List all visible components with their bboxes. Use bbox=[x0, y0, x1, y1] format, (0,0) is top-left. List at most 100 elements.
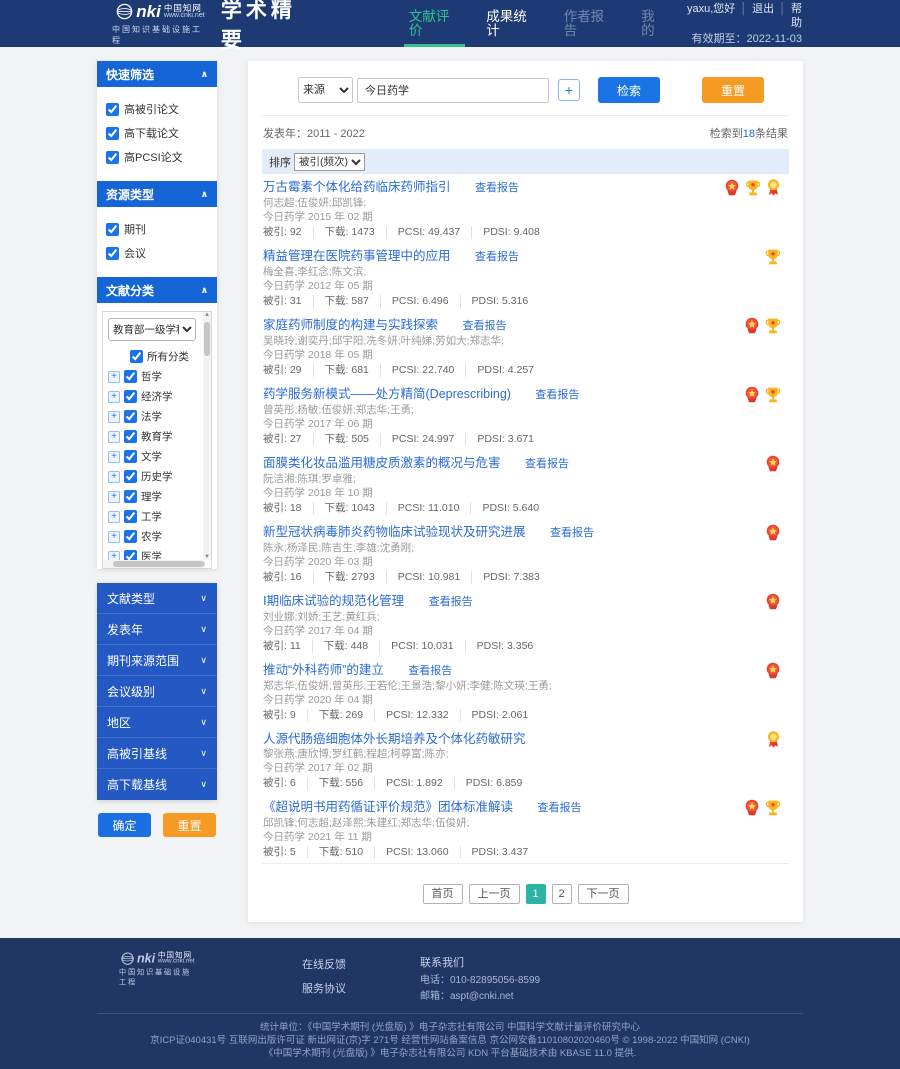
expand-plus-icon[interactable]: + bbox=[108, 410, 120, 423]
category-checkbox[interactable] bbox=[124, 390, 137, 403]
result-title-link[interactable]: 面膜类化妆品滥用糖皮质激素的概况与危害 bbox=[263, 456, 501, 470]
category-checkbox[interactable] bbox=[130, 350, 143, 363]
sidebar-collapsed-section[interactable]: 高下载基线 ∨ bbox=[97, 769, 217, 800]
category-tree-row[interactable]: + 法学 bbox=[108, 409, 196, 424]
category-checkbox[interactable] bbox=[124, 510, 137, 523]
search-reset-button[interactable]: 重置 bbox=[702, 77, 764, 103]
medal-icon bbox=[745, 386, 759, 403]
view-report-link[interactable]: 查看报告 bbox=[550, 527, 594, 539]
expand-plus-icon[interactable]: + bbox=[108, 530, 120, 543]
result-title-link[interactable]: 新型冠状病毒肺炎药物临床试验现状及研究进展 bbox=[263, 525, 526, 539]
nav-item[interactable]: 成果统计 bbox=[473, 0, 550, 47]
view-report-link[interactable]: 查看报告 bbox=[462, 320, 506, 332]
filter-checkbox-row[interactable]: 期刊 bbox=[106, 221, 208, 237]
category-tree-row[interactable]: + 农学 bbox=[108, 529, 196, 544]
nav-item[interactable]: 文献评价 bbox=[396, 0, 473, 47]
nav-item[interactable]: 作者报告 bbox=[551, 0, 628, 47]
nav-item[interactable]: 我的 bbox=[628, 0, 680, 47]
category-tree-row[interactable]: + 哲学 bbox=[108, 369, 196, 384]
sidebar-collapsed-section[interactable]: 文献类型 ∨ bbox=[97, 583, 217, 614]
category-tree-row[interactable]: + 历史学 bbox=[108, 469, 196, 484]
filter-checkbox[interactable] bbox=[106, 102, 119, 116]
search-input[interactable] bbox=[357, 77, 549, 103]
category-checkbox[interactable] bbox=[124, 470, 137, 483]
category-checkbox[interactable] bbox=[124, 490, 137, 503]
sidebar-collapsed-section[interactable]: 高被引基线 ∨ bbox=[97, 738, 217, 769]
expand-plus-icon[interactable]: + bbox=[108, 450, 120, 463]
logout-link[interactable]: 退出 bbox=[752, 3, 774, 15]
help-link[interactable]: 帮助 bbox=[791, 3, 802, 29]
view-report-link[interactable]: 查看报告 bbox=[475, 251, 519, 263]
metric: PCSI: 49.437 bbox=[398, 226, 473, 239]
view-report-link[interactable]: 查看报告 bbox=[535, 389, 579, 401]
search-field-select[interactable]: 来源 bbox=[298, 77, 353, 103]
result-title-link[interactable]: 《超说明书用药循证评价规范》团体标准解读 bbox=[263, 800, 513, 814]
footer-link[interactable]: 在线反馈 bbox=[302, 953, 420, 977]
category-tree-row[interactable]: + 经济学 bbox=[108, 389, 196, 404]
expand-plus-icon[interactable]: + bbox=[108, 430, 120, 443]
result-source: 今日药学 2018 年 05 期 bbox=[263, 349, 373, 361]
pagination-next-button[interactable]: 下一页 bbox=[577, 884, 629, 904]
search-button[interactable]: 检索 bbox=[598, 77, 660, 103]
category-tree-row[interactable]: + 理学 bbox=[108, 489, 196, 504]
category-checkbox[interactable] bbox=[124, 410, 137, 423]
pagination-prev-button[interactable]: 上一页 bbox=[468, 884, 520, 904]
view-report-link[interactable]: 查看报告 bbox=[475, 182, 519, 194]
filter-checkbox-row[interactable]: 高被引论文 bbox=[106, 101, 208, 117]
sidebar-collapsed-section[interactable]: 发表年 ∨ bbox=[97, 614, 217, 645]
category-checkbox[interactable] bbox=[124, 530, 137, 543]
pagination-page-button[interactable]: 1 bbox=[525, 884, 546, 904]
sidebar-collapsed-section[interactable]: 地区 ∨ bbox=[97, 707, 217, 738]
pagination-first-button[interactable]: 首页 bbox=[422, 884, 463, 904]
result-title-link[interactable]: 推动“外科药师”的建立 bbox=[263, 663, 384, 677]
section-header-category[interactable]: 文献分类 ∧ bbox=[97, 277, 217, 303]
section-header-quick-filter[interactable]: 快速筛选 ∧ bbox=[97, 61, 217, 87]
category-tree-row[interactable]: + 教育学 bbox=[108, 429, 196, 444]
category-tree-row[interactable]: + 文学 bbox=[108, 449, 196, 464]
filter-checkbox[interactable] bbox=[106, 222, 119, 236]
add-condition-button[interactable]: + bbox=[558, 79, 580, 101]
sidebar-collapsed-section[interactable]: 期刊来源范围 ∨ bbox=[97, 645, 217, 676]
result-title-link[interactable]: 家庭药师制度的构建与实践探索 bbox=[263, 318, 438, 332]
expand-plus-icon[interactable]: + bbox=[108, 510, 120, 523]
category-tree-row[interactable]: + 工学 bbox=[108, 509, 196, 524]
result-title-link[interactable]: 人源代肠癌细胞体外长期培养及个体化药敏研究 bbox=[263, 732, 526, 746]
view-report-link[interactable]: 查看报告 bbox=[537, 802, 581, 814]
expand-plus-icon[interactable]: + bbox=[108, 390, 120, 403]
result-title-link[interactable]: Ⅰ期临床试验的规范化管理 bbox=[263, 594, 404, 608]
metric: 下载: 556 bbox=[319, 777, 376, 790]
view-report-link[interactable]: 查看报告 bbox=[429, 596, 473, 608]
sidebar-reset-button[interactable]: 重置 bbox=[163, 813, 216, 837]
scroll-up-icon[interactable]: ▲ bbox=[203, 312, 211, 318]
scrollbar-thumb[interactable] bbox=[204, 322, 210, 356]
sidebar-collapsed-section[interactable]: 会议级别 ∨ bbox=[97, 676, 217, 707]
scrollbar-thumb[interactable] bbox=[113, 561, 205, 567]
confirm-button[interactable]: 确定 bbox=[98, 813, 151, 837]
sort-select[interactable]: 被引(频次) bbox=[294, 152, 365, 171]
category-tree-row[interactable]: 所有分类 bbox=[108, 349, 196, 364]
filter-checkbox[interactable] bbox=[106, 246, 119, 260]
filter-checkbox[interactable] bbox=[106, 150, 119, 164]
view-report-link[interactable]: 查看报告 bbox=[408, 665, 452, 677]
scroll-down-icon[interactable]: ▼ bbox=[203, 554, 211, 560]
result-title-link[interactable]: 精益管理在医院药事管理中的应用 bbox=[263, 249, 451, 263]
expand-plus-icon[interactable]: + bbox=[108, 470, 120, 483]
horizontal-scrollbar[interactable] bbox=[103, 560, 205, 568]
filter-checkbox-row[interactable]: 高PCSI论文 bbox=[106, 149, 208, 165]
expand-plus-icon[interactable]: + bbox=[108, 370, 120, 383]
expand-plus-icon[interactable]: + bbox=[108, 490, 120, 503]
filter-checkbox-row[interactable]: 会议 bbox=[106, 245, 208, 261]
category-checkbox[interactable] bbox=[124, 370, 137, 383]
vertical-scrollbar[interactable]: ▲ ▼ bbox=[203, 312, 211, 560]
result-title-link[interactable]: 万古霉素个体化给药临床药师指引 bbox=[263, 180, 451, 194]
view-report-link[interactable]: 查看报告 bbox=[525, 458, 569, 470]
category-checkbox[interactable] bbox=[124, 450, 137, 463]
category-checkbox[interactable] bbox=[124, 430, 137, 443]
pagination-page-button[interactable]: 2 bbox=[551, 884, 572, 904]
filter-checkbox[interactable] bbox=[106, 126, 119, 140]
category-scheme-select[interactable]: 教育部一级学科 bbox=[108, 318, 196, 341]
section-header-resource-type[interactable]: 资源类型 ∧ bbox=[97, 181, 217, 207]
footer-link[interactable]: 服务协议 bbox=[302, 977, 420, 1001]
filter-checkbox-row[interactable]: 高下载论文 bbox=[106, 125, 208, 141]
result-title-link[interactable]: 药学服务新模式——处方精简(Deprescribing) bbox=[263, 387, 511, 401]
